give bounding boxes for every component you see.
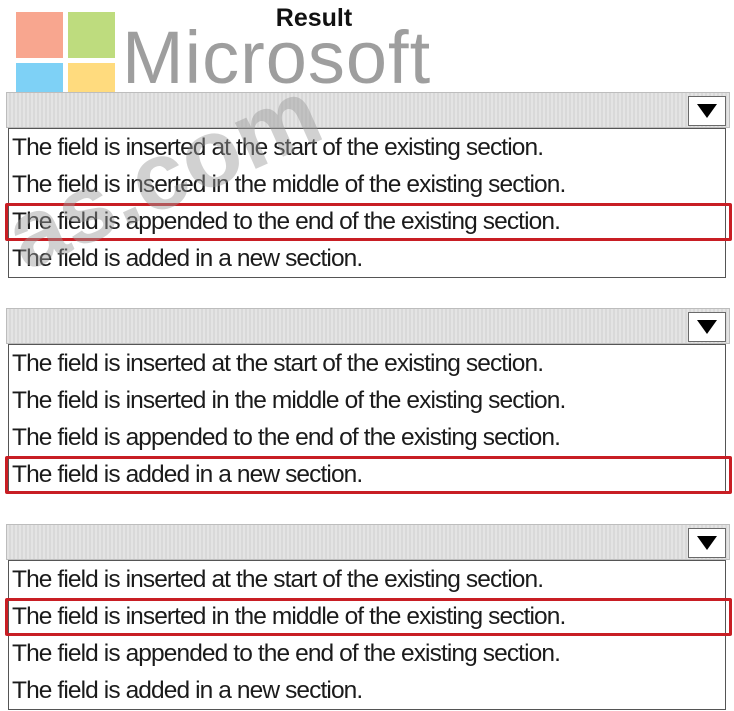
chevron-down-icon (697, 104, 717, 118)
answer-dropdown-1: The field is inserted at the start of th… (5, 92, 732, 278)
dropdown-3-option-appended[interactable]: The field is appended to the end of the … (9, 635, 725, 672)
dropdown-3-option-new-section[interactable]: The field is added in a new section. (9, 672, 725, 709)
dropdown-1-option-appended[interactable]: The field is appended to the end of the … (5, 203, 732, 241)
dropdown-2-select[interactable] (6, 308, 730, 344)
answer-dropdown-3: The field is inserted at the start of th… (5, 524, 732, 710)
dropdown-3-select[interactable] (6, 524, 730, 560)
dropdown-1-option-start[interactable]: The field is inserted at the start of th… (9, 129, 725, 166)
dropdown-2-option-start[interactable]: The field is inserted at the start of th… (9, 345, 725, 382)
dropdown-2-option-appended[interactable]: The field is appended to the end of the … (9, 419, 725, 456)
logo-green-square (68, 12, 115, 58)
dropdown-2-toggle[interactable] (688, 312, 726, 342)
dropdown-3-toggle[interactable] (688, 528, 726, 558)
chevron-down-icon (697, 320, 717, 334)
dropdown-1-option-middle[interactable]: The field is inserted in the middle of t… (9, 166, 725, 203)
dropdown-2-options: The field is inserted at the start of th… (5, 344, 732, 494)
logo-red-square (16, 12, 63, 58)
dropdown-1-toggle[interactable] (688, 96, 726, 126)
dropdown-1-select[interactable] (6, 92, 730, 128)
chevron-down-icon (697, 536, 717, 550)
dropdown-1-options: The field is inserted at the start of th… (5, 128, 732, 278)
dropdown-2-option-middle[interactable]: The field is inserted in the middle of t… (9, 382, 725, 419)
dropdown-3-option-start[interactable]: The field is inserted at the start of th… (9, 561, 725, 598)
dropdown-3-options: The field is inserted at the start of th… (5, 560, 732, 710)
dropdown-1-option-new-section[interactable]: The field is added in a new section. (9, 240, 725, 277)
answer-dropdown-2: The field is inserted at the start of th… (5, 308, 732, 494)
microsoft-wordmark-watermark: Microsoft (122, 16, 432, 99)
dropdown-2-option-new-section[interactable]: The field is added in a new section. (5, 456, 732, 494)
dropdown-3-option-middle[interactable]: The field is inserted in the middle of t… (5, 598, 732, 636)
